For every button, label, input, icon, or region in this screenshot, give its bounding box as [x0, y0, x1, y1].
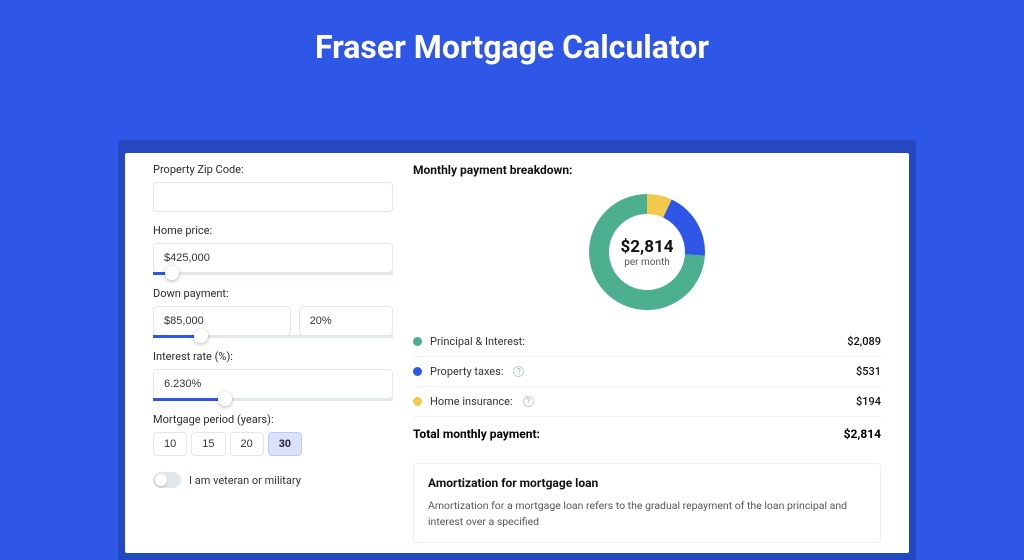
down-amount-input[interactable]: [153, 306, 291, 336]
rate-label: Interest rate (%):: [153, 350, 393, 363]
veteran-toggle[interactable]: [153, 472, 181, 488]
period-buttons: 10152030: [153, 432, 393, 456]
legend-row: Home insurance:? $194: [413, 386, 881, 416]
legend-dot-icon: [413, 397, 422, 406]
period-group: Mortgage period (years): 10152030: [153, 413, 393, 456]
price-input[interactable]: [153, 243, 393, 273]
zip-label: Property Zip Code:: [153, 163, 393, 176]
slider-thumb-icon[interactable]: [194, 329, 208, 343]
price-slider[interactable]: [153, 272, 393, 275]
rate-input[interactable]: [153, 369, 393, 399]
legend-left: Property taxes:?: [413, 365, 524, 378]
legend-dot-icon: [413, 337, 422, 346]
down-label: Down payment:: [153, 287, 393, 300]
rate-group: Interest rate (%):: [153, 350, 393, 401]
period-label: Mortgage period (years):: [153, 413, 393, 426]
legend: Principal & Interest: $2,089 Property taxe…: [413, 327, 881, 416]
period-button-30[interactable]: 30: [268, 432, 302, 456]
info-icon[interactable]: ?: [513, 366, 524, 377]
info-icon[interactable]: ?: [523, 396, 534, 407]
legend-left: Principal & Interest:: [413, 335, 525, 348]
down-slider[interactable]: [153, 335, 393, 338]
donut-wrap: $2,814 per month: [413, 187, 881, 327]
legend-value: $531: [856, 365, 881, 378]
zip-group: Property Zip Code:: [153, 163, 393, 212]
donut-value: $2,814: [621, 237, 674, 257]
slider-thumb-icon[interactable]: [218, 392, 232, 406]
form-column: Property Zip Code: Home price: Down paym…: [153, 163, 393, 553]
legend-row: Property taxes:? $531: [413, 356, 881, 386]
rate-slider[interactable]: [153, 398, 393, 401]
period-button-10[interactable]: 10: [153, 432, 187, 456]
amortization-text: Amortization for a mortgage loan refers …: [428, 498, 866, 530]
legend-left: Home insurance:?: [413, 395, 534, 408]
legend-dot-icon: [413, 367, 422, 376]
donut-center: $2,814 per month: [586, 191, 708, 313]
legend-value: $2,089: [847, 335, 881, 348]
donut-chart: $2,814 per month: [586, 191, 708, 313]
period-button-20[interactable]: 20: [230, 432, 264, 456]
price-label: Home price:: [153, 224, 393, 237]
period-button-15[interactable]: 15: [191, 432, 225, 456]
legend-label: Principal & Interest:: [430, 335, 525, 348]
page-title: Fraser Mortgage Calculator: [0, 0, 1024, 90]
down-group: Down payment:: [153, 287, 393, 338]
down-percent-input[interactable]: [299, 306, 393, 336]
veteran-row: I am veteran or military: [153, 472, 393, 488]
total-label: Total monthly payment:: [413, 427, 540, 441]
total-row: Total monthly payment: $2,814: [413, 416, 881, 451]
amortization-box: Amortization for mortgage loan Amortizat…: [413, 463, 881, 543]
price-group: Home price:: [153, 224, 393, 275]
legend-label: Home insurance:: [430, 395, 513, 408]
total-value: $2,814: [844, 427, 881, 441]
legend-label: Property taxes:: [430, 365, 503, 378]
calculator-card: Property Zip Code: Home price: Down paym…: [125, 153, 909, 553]
veteran-label: I am veteran or military: [189, 474, 301, 487]
breakdown-heading: Monthly payment breakdown:: [413, 163, 881, 177]
breakdown-column: Monthly payment breakdown: $2,814 per mo…: [413, 163, 881, 553]
zip-input[interactable]: [153, 182, 393, 212]
legend-row: Principal & Interest: $2,089: [413, 327, 881, 356]
amortization-heading: Amortization for mortgage loan: [428, 476, 866, 490]
slider-thumb-icon[interactable]: [165, 266, 179, 280]
donut-sub: per month: [624, 257, 670, 268]
legend-value: $194: [856, 395, 881, 408]
